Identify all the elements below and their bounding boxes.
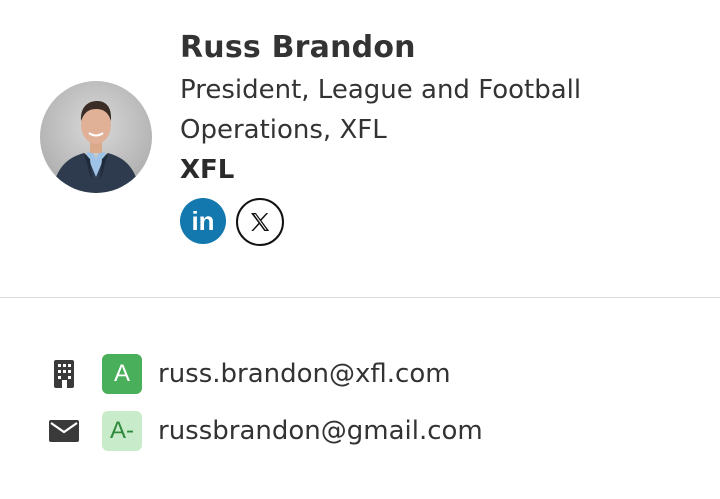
envelope-icon bbox=[48, 415, 80, 447]
linkedin-link[interactable]: in bbox=[180, 198, 226, 244]
email-link[interactable]: russ.brandon@xfl.com bbox=[158, 359, 451, 389]
contact-card: Russ Brandon President, League and Footb… bbox=[0, 0, 720, 499]
linkedin-icon: in bbox=[191, 205, 215, 236]
divider bbox=[0, 297, 720, 298]
person-name: Russ Brandon bbox=[180, 30, 416, 65]
grade-badge: A- bbox=[102, 411, 142, 451]
social-links: in bbox=[180, 198, 700, 246]
contact-row: A- russbrandon@gmail.com bbox=[48, 411, 483, 451]
person-info: Russ Brandon President, League and Footb… bbox=[180, 26, 700, 246]
x-icon bbox=[251, 213, 270, 231]
person-company: XFL bbox=[180, 155, 235, 185]
building-icon bbox=[48, 358, 80, 390]
avatar bbox=[40, 81, 152, 193]
contact-row: A russ.brandon@xfl.com bbox=[48, 354, 451, 394]
person-title: President, League and Football Operation… bbox=[180, 75, 582, 145]
email-link[interactable]: russbrandon@gmail.com bbox=[158, 416, 483, 446]
grade-badge: A bbox=[102, 354, 142, 394]
x-link[interactable] bbox=[236, 198, 284, 246]
